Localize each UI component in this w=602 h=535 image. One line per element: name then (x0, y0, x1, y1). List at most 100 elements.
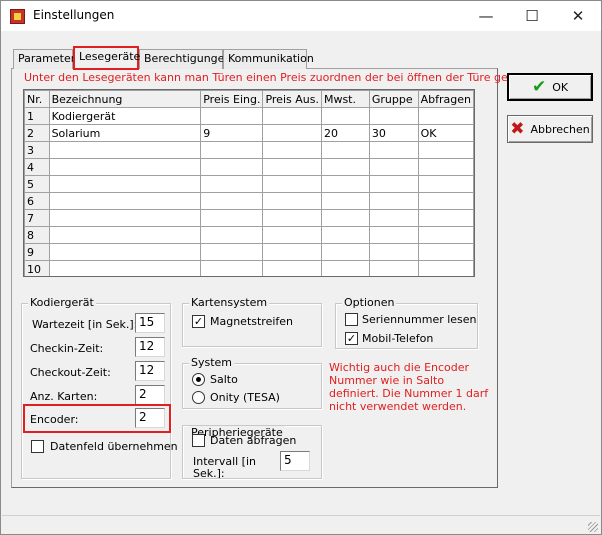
grid-cell[interactable] (320, 209, 370, 227)
intervall-input[interactable]: 5 (280, 451, 310, 471)
grid-cell[interactable] (368, 243, 419, 261)
checkin-input[interactable]: 12 (135, 337, 165, 357)
grid-cell[interactable] (368, 107, 419, 125)
grid-cell[interactable] (200, 107, 264, 125)
grid-cell[interactable] (262, 209, 322, 227)
grid-cell[interactable] (320, 107, 370, 125)
grid-cell[interactable] (320, 141, 370, 159)
grid-cell[interactable] (48, 175, 202, 193)
title-bar[interactable]: Einstellungen — ☐ ✕ (1, 1, 601, 31)
grid-cell[interactable] (417, 192, 474, 210)
table-row[interactable]: 4 (24, 158, 474, 176)
grid-cell[interactable] (320, 192, 370, 210)
table-row[interactable]: 9 (24, 243, 474, 261)
grid-cell[interactable] (320, 158, 370, 176)
wartezeit-input[interactable]: 15 (135, 313, 165, 333)
encoder-input[interactable]: 2 (135, 408, 165, 428)
grid-cell[interactable]: 9 (200, 124, 264, 142)
grid-cell[interactable] (320, 260, 370, 276)
grid-cell[interactable] (200, 141, 264, 159)
grid-column-header[interactable]: Mwst. (320, 90, 370, 108)
grid-cell[interactable] (417, 158, 474, 176)
grid-cell[interactable] (417, 260, 474, 276)
grid-column-header[interactable]: Nr. (24, 90, 50, 108)
daten-abfragen-checkbox[interactable] (192, 434, 205, 447)
grid-cell[interactable] (262, 107, 322, 125)
grid-cell[interactable] (368, 192, 419, 210)
grid-cell[interactable] (417, 141, 474, 159)
grid-cell[interactable]: Solarium (48, 124, 202, 142)
tab-kommunikation[interactable]: Kommunikation (223, 49, 314, 69)
grid-cell[interactable] (320, 175, 370, 193)
grid-cell[interactable] (368, 141, 419, 159)
grid-cell[interactable]: 20 (320, 124, 370, 142)
table-row[interactable]: 2 Solarium 9 20 30 OK (24, 124, 474, 142)
grid-cell[interactable] (200, 260, 264, 276)
grid-cell[interactable] (48, 209, 202, 227)
close-button[interactable]: ✕ (555, 1, 601, 31)
datenfeld-checkbox[interactable] (31, 440, 44, 453)
grid-cell[interactable] (48, 226, 202, 244)
grid-cell[interactable] (262, 158, 322, 176)
grid-cell[interactable] (200, 192, 264, 210)
grid-cell[interactable] (262, 124, 322, 142)
grid-cell[interactable] (48, 260, 202, 276)
grid-cell[interactable] (262, 260, 322, 276)
anz-karten-input[interactable]: 2 (135, 385, 165, 405)
grid-cell[interactable] (200, 209, 264, 227)
grid-column-header[interactable]: Preis Eing. (200, 90, 264, 108)
grid-cell[interactable] (368, 158, 419, 176)
minimize-button[interactable]: — (463, 1, 509, 31)
grid-cell[interactable] (200, 175, 264, 193)
grid-cell[interactable] (48, 243, 202, 261)
mobil-telefon-checkbox[interactable]: ✓ (345, 332, 358, 345)
grid-cell[interactable]: Kodiergerät (48, 107, 202, 125)
grid-cell[interactable] (200, 158, 264, 176)
grid-cell[interactable] (262, 141, 322, 159)
grid-cell[interactable] (417, 226, 474, 244)
grid-cell[interactable] (262, 175, 322, 193)
grid-cell[interactable] (262, 226, 322, 244)
grid-cell[interactable] (417, 175, 474, 193)
table-row[interactable]: 3 (24, 141, 474, 159)
grid-cell[interactable] (48, 141, 202, 159)
tab-berechtigungen[interactable]: Berechtigungen (139, 49, 231, 69)
grid-cell[interactable] (417, 107, 474, 125)
reader-grid[interactable]: Nr. Bezeichnung Preis Eing. Preis Aus. Mwst.… (23, 89, 475, 277)
resize-grip-icon[interactable] (588, 522, 598, 532)
checkout-input[interactable]: 12 (135, 361, 165, 381)
grid-cell[interactable] (262, 192, 322, 210)
maximize-button[interactable]: ☐ (509, 1, 555, 31)
grid-cell[interactable] (48, 192, 202, 210)
grid-column-header[interactable]: Bezeichnung (48, 90, 202, 108)
table-row[interactable]: 1 Kodiergerät (24, 107, 474, 125)
tab-parameter[interactable]: Parameter (13, 49, 75, 69)
seriennummer-checkbox[interactable] (345, 313, 358, 326)
grid-column-header[interactable]: Abfragen (417, 90, 474, 108)
tab-lesegeraete[interactable]: Lesegeräte (73, 46, 140, 70)
onity-radio[interactable] (192, 391, 205, 404)
grid-cell[interactable]: 30 (368, 124, 419, 142)
table-row[interactable]: 6 (24, 192, 474, 210)
grid-cell[interactable] (368, 226, 419, 244)
grid-cell[interactable] (417, 243, 474, 261)
table-row[interactable]: 10 (24, 260, 474, 276)
grid-cell[interactable] (320, 226, 370, 244)
grid-cell[interactable] (368, 260, 419, 276)
cancel-button[interactable]: ✖ Abbrechen (507, 115, 593, 143)
salto-radio[interactable] (192, 373, 205, 386)
table-row[interactable]: 8 (24, 226, 474, 244)
grid-cell[interactable] (368, 209, 419, 227)
grid-cell[interactable] (48, 158, 202, 176)
magnetstreifen-checkbox[interactable]: ✓ (192, 315, 205, 328)
grid-cell[interactable] (417, 209, 474, 227)
grid-cell[interactable] (368, 175, 419, 193)
grid-cell[interactable] (320, 243, 370, 261)
grid-cell[interactable]: OK (417, 124, 474, 142)
grid-cell[interactable] (200, 243, 264, 261)
table-row[interactable]: 5 (24, 175, 474, 193)
grid-column-header[interactable]: Gruppe (368, 90, 419, 108)
grid-cell[interactable] (262, 243, 322, 261)
ok-button[interactable]: ✔ OK (507, 73, 593, 101)
grid-column-header[interactable]: Preis Aus. (262, 90, 322, 108)
